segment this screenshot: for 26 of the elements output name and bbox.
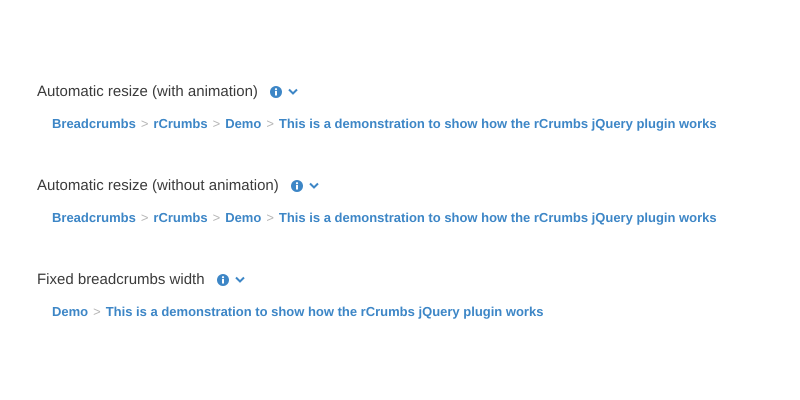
section-title: Fixed breadcrumbs width [37, 271, 205, 288]
info-icon[interactable] [270, 86, 282, 98]
breadcrumb-link[interactable]: rCrumbs [153, 116, 208, 131]
separator: > [266, 210, 274, 225]
section-title: Automatic resize (with animation) [37, 83, 258, 100]
breadcrumb-link[interactable]: This is a demonstration to show how the rCrumbs jQuery plugin works [278, 116, 717, 131]
section-title: Automatic resize (without animation) [37, 177, 279, 194]
separator: > [212, 210, 220, 225]
breadcrumb-link[interactable]: Demo [52, 304, 88, 319]
separator: > [212, 116, 220, 131]
separator: > [140, 210, 148, 225]
breadcrumb-link[interactable]: Breadcrumbs [52, 116, 136, 131]
breadcrumb-link[interactable]: This is a demonstration to show how the rCrumbs jQuery plugin works [106, 304, 544, 319]
breadcrumb-link[interactable]: Demo [225, 116, 262, 131]
breadcrumb-link[interactable]: rCrumbs [153, 210, 208, 225]
separator: > [266, 116, 274, 131]
separator: > [93, 304, 101, 319]
breadcrumb-link[interactable]: This is a demonstration to show how the rCrumbs jQuery plugin works [278, 210, 717, 225]
breadcrumb-link[interactable]: Demo [225, 210, 262, 225]
chevron-down-icon[interactable] [308, 182, 319, 189]
breadcrumb-link[interactable]: Breadcrumbs [52, 210, 136, 225]
chevron-down-icon[interactable] [234, 276, 245, 283]
info-icon[interactable] [290, 180, 303, 192]
info-icon[interactable] [216, 274, 229, 286]
chevron-down-icon[interactable] [288, 88, 298, 95]
separator: > [140, 116, 148, 131]
